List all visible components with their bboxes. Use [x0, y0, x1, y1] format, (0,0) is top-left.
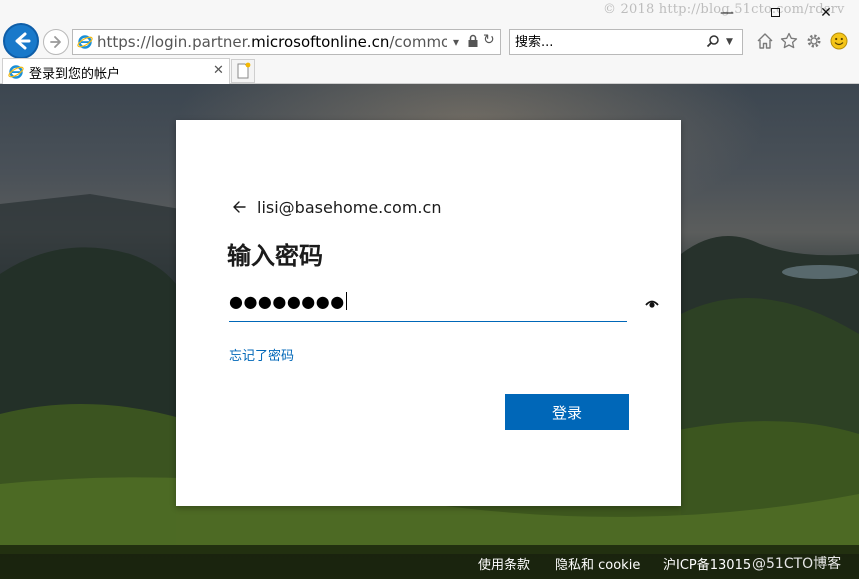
minimize-button[interactable]: —	[714, 4, 740, 22]
arrow-left-icon	[15, 32, 31, 50]
password-input[interactable]: ●●●●●●●●	[229, 286, 659, 322]
search-box[interactable]: ▼	[509, 29, 743, 55]
ie-icon	[77, 35, 93, 49]
address-dropdown-button[interactable]: ▾	[453, 34, 459, 50]
sign-in-button[interactable]: 登录	[505, 394, 629, 430]
back-arrow-icon[interactable]	[231, 199, 247, 215]
gear-icon[interactable]	[804, 31, 824, 51]
search-icon[interactable]	[706, 34, 720, 48]
maximize-icon	[770, 8, 780, 17]
password-mask: ●●●●●●●●	[229, 292, 347, 311]
new-tab-icon	[237, 62, 251, 79]
show-password-eye-icon[interactable]	[645, 298, 659, 310]
account-email: lisi@basehome.com.cn	[257, 197, 442, 217]
smiley-feedback-icon[interactable]	[829, 31, 849, 51]
browser-chrome: © 2018 http://blog.51cto.com/rdsrv — ✕ h…	[0, 0, 859, 84]
home-icon[interactable]	[755, 31, 775, 51]
favorites-star-icon[interactable]	[779, 31, 799, 51]
back-button[interactable]	[3, 23, 39, 59]
privacy-cookies-link[interactable]: 隐私和 cookie	[555, 554, 640, 573]
blog-watermark: @51CTO博客	[752, 556, 842, 572]
ie-tab-icon	[8, 65, 24, 79]
icp-license-link[interactable]: 沪ICP备13015	[663, 554, 751, 573]
refresh-button[interactable]: ↻	[483, 32, 495, 48]
page-footer: 使用条款 隐私和 cookie 沪ICP备13015 @51CTO博客	[0, 545, 859, 579]
arrow-right-icon	[50, 36, 61, 48]
window-close-button[interactable]: ✕	[813, 4, 839, 22]
forgot-password-link[interactable]: 忘记了密码	[229, 345, 294, 364]
login-card: lisi@basehome.com.cn 输入密码 ●●●●●●●● 忘记了密码…	[176, 120, 681, 506]
tab-login[interactable]: 登录到您的帐户 ✕	[2, 58, 230, 84]
terms-of-use-link[interactable]: 使用条款	[478, 554, 530, 573]
page-title: 输入密码	[227, 242, 323, 270]
maximize-button[interactable]	[762, 4, 788, 22]
identity-banner[interactable]: lisi@basehome.com.cn	[231, 195, 441, 219]
text-cursor	[345, 292, 347, 310]
url-text[interactable]: https://login.partner.microsoftonline.cn…	[97, 30, 447, 54]
login-page: lisi@basehome.com.cn 输入密码 ●●●●●●●● 忘记了密码…	[0, 84, 859, 579]
address-bar[interactable]: https://login.partner.microsoftonline.cn…	[72, 29, 501, 55]
tab-title: 登录到您的帐户	[29, 67, 121, 82]
tab-close-button[interactable]: ✕	[213, 63, 224, 78]
lock-icon[interactable]	[467, 34, 479, 48]
search-input[interactable]	[515, 33, 700, 51]
new-tab-button[interactable]	[231, 59, 255, 83]
search-dropdown-icon[interactable]: ▼	[726, 37, 733, 47]
forward-button[interactable]	[43, 29, 69, 55]
